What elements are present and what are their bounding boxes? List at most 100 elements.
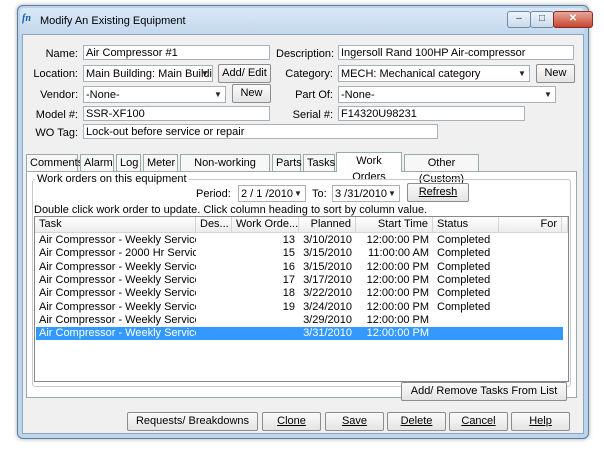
cell-work-order[interactable]: 17 (232, 274, 299, 287)
column-header-for[interactable]: For (499, 217, 562, 233)
cell-status[interactable] (433, 314, 499, 327)
cell-for[interactable] (499, 261, 562, 274)
serial-field[interactable]: F14320U98231 (338, 106, 525, 121)
cell-for[interactable] (499, 327, 562, 340)
cell-planned[interactable]: 3/15/2010 (299, 261, 356, 274)
close-button[interactable]: ✕ (553, 11, 593, 28)
cell-status[interactable]: Completed (433, 274, 499, 287)
cell-description[interactable] (196, 247, 232, 260)
cell-for[interactable] (499, 287, 562, 300)
cell-description[interactable] (196, 261, 232, 274)
cell-status[interactable]: Completed (433, 247, 499, 260)
cell-start-time[interactable]: 11:00:00 AM (356, 247, 433, 260)
cell-work-order[interactable]: 15 (232, 247, 299, 260)
tab-other-custom[interactable]: Other (Custom) (404, 154, 479, 185)
cell-start-time[interactable]: 12:00:00 PM (356, 261, 433, 274)
column-header-task[interactable]: Task (35, 217, 196, 233)
tab-comments[interactable]: Comments (26, 154, 83, 171)
cell-description[interactable] (196, 301, 232, 314)
description-field[interactable]: Ingersoll Rand 100HP Air-compressor (338, 45, 574, 60)
help-button[interactable]: Help (511, 412, 570, 431)
tab-meter[interactable]: Meter (143, 154, 178, 171)
chevron-down-icon[interactable]: ▼ (542, 88, 554, 101)
add-remove-tasks-button[interactable]: Add/ Remove Tasks From List (401, 382, 567, 401)
delete-button[interactable]: Delete (387, 412, 446, 431)
refresh-button[interactable]: Refresh (407, 183, 469, 202)
new-vendor-button[interactable]: New (232, 84, 271, 103)
workorders-list[interactable]: Task Des... Work Orde... Planned Start T… (34, 216, 569, 382)
cell-work-order[interactable]: 13 (232, 234, 299, 247)
cell-for[interactable] (499, 247, 562, 260)
chevron-down-icon[interactable]: ▼ (199, 67, 211, 80)
cell-task[interactable]: Air Compressor - Weekly Service (35, 287, 196, 300)
tab-parts[interactable]: Parts (272, 154, 302, 171)
cell-work-order[interactable]: 19 (232, 301, 299, 314)
cell-planned[interactable]: 3/10/2010 (299, 234, 356, 247)
cell-task[interactable]: Air Compressor - Weekly Service (35, 314, 196, 327)
cell-start-time[interactable]: 12:00:00 PM (356, 314, 433, 327)
tab-work-orders[interactable]: Work Orders (336, 152, 402, 183)
cell-status[interactable]: Completed (433, 287, 499, 300)
column-header-planned[interactable]: Planned (299, 217, 356, 233)
new-category-button[interactable]: New (536, 64, 575, 83)
cell-task[interactable]: Air Compressor - Weekly Service (35, 261, 196, 274)
cell-start-time[interactable]: 12:00:00 PM (356, 274, 433, 287)
chevron-down-icon[interactable]: ▼ (516, 67, 528, 80)
cell-status[interactable]: Completed (433, 234, 499, 247)
vendor-select[interactable]: -None- ▼ (83, 86, 226, 103)
cell-start-time[interactable]: 12:00:00 PM (356, 327, 433, 340)
cell-for[interactable] (499, 234, 562, 247)
cell-planned[interactable]: 3/15/2010 (299, 247, 356, 260)
requests-breakdowns-button[interactable]: Requests/ Breakdowns (127, 412, 258, 431)
model-field[interactable]: SSR-XF100 (83, 106, 270, 121)
cell-status[interactable]: Completed (433, 301, 499, 314)
cell-task[interactable]: Air Compressor - 2000 Hr Service (35, 247, 196, 260)
cell-description[interactable] (196, 234, 232, 247)
column-header-work-order[interactable]: Work Orde... (232, 217, 299, 233)
cell-task[interactable]: Air Compressor - Weekly Service (35, 274, 196, 287)
cell-description[interactable] (196, 314, 232, 327)
column-header-description[interactable]: Des... (196, 217, 232, 233)
category-select[interactable]: MECH: Mechanical category ▼ (338, 65, 530, 82)
cell-work-order[interactable] (232, 314, 299, 327)
cell-work-order[interactable]: 16 (232, 261, 299, 274)
cell-work-order[interactable] (232, 327, 299, 340)
partof-select[interactable]: -None- ▼ (338, 86, 556, 103)
cell-task[interactable]: Air Compressor - Weekly Service (35, 301, 196, 314)
cell-planned[interactable]: 3/24/2010 (299, 301, 356, 314)
minimize-button[interactable]: – (507, 11, 531, 28)
chevron-down-icon[interactable]: ▼ (292, 187, 304, 200)
cell-planned[interactable]: 3/31/2010 (299, 327, 356, 340)
wotag-field[interactable]: Lock-out before service or repair (83, 124, 438, 139)
maximize-button[interactable]: □ (530, 11, 554, 28)
cell-status[interactable]: Completed (433, 261, 499, 274)
cell-task[interactable]: Air Compressor - Weekly Service (35, 327, 196, 340)
tab-non-working-days[interactable]: Non-working Days (180, 154, 270, 185)
cell-for[interactable] (499, 274, 562, 287)
name-field[interactable]: Air Compressor #1 (83, 45, 270, 60)
location-select[interactable]: Main Building: Main Buildi ▼ (83, 65, 213, 82)
cell-start-time[interactable]: 12:00:00 PM (356, 287, 433, 300)
clone-button[interactable]: Clone (262, 412, 321, 431)
period-to-picker[interactable]: 3 /31/2010 ▼ (332, 185, 400, 202)
save-button[interactable]: Save (325, 412, 384, 431)
tab-log[interactable]: Log (116, 154, 141, 171)
cell-start-time[interactable]: 12:00:00 PM (356, 301, 433, 314)
cell-for[interactable] (499, 314, 562, 327)
cell-status[interactable] (433, 327, 499, 340)
cell-planned[interactable]: 3/22/2010 (299, 287, 356, 300)
cell-task[interactable]: Air Compressor - Weekly Service (35, 234, 196, 247)
cell-description[interactable] (196, 327, 232, 340)
cancel-button[interactable]: Cancel (449, 412, 508, 431)
tab-alarm[interactable]: Alarm (80, 154, 114, 171)
cell-planned[interactable]: 3/29/2010 (299, 314, 356, 327)
column-header-start-time[interactable]: Start Time (356, 217, 433, 233)
cell-start-time[interactable]: 12:00:00 PM (356, 234, 433, 247)
cell-description[interactable] (196, 274, 232, 287)
cell-work-order[interactable]: 18 (232, 287, 299, 300)
add-edit-location-button[interactable]: Add/ Edit (218, 64, 271, 83)
cell-description[interactable] (196, 287, 232, 300)
chevron-down-icon[interactable]: ▼ (386, 187, 398, 200)
cell-planned[interactable]: 3/17/2010 (299, 274, 356, 287)
cell-for[interactable] (499, 301, 562, 314)
